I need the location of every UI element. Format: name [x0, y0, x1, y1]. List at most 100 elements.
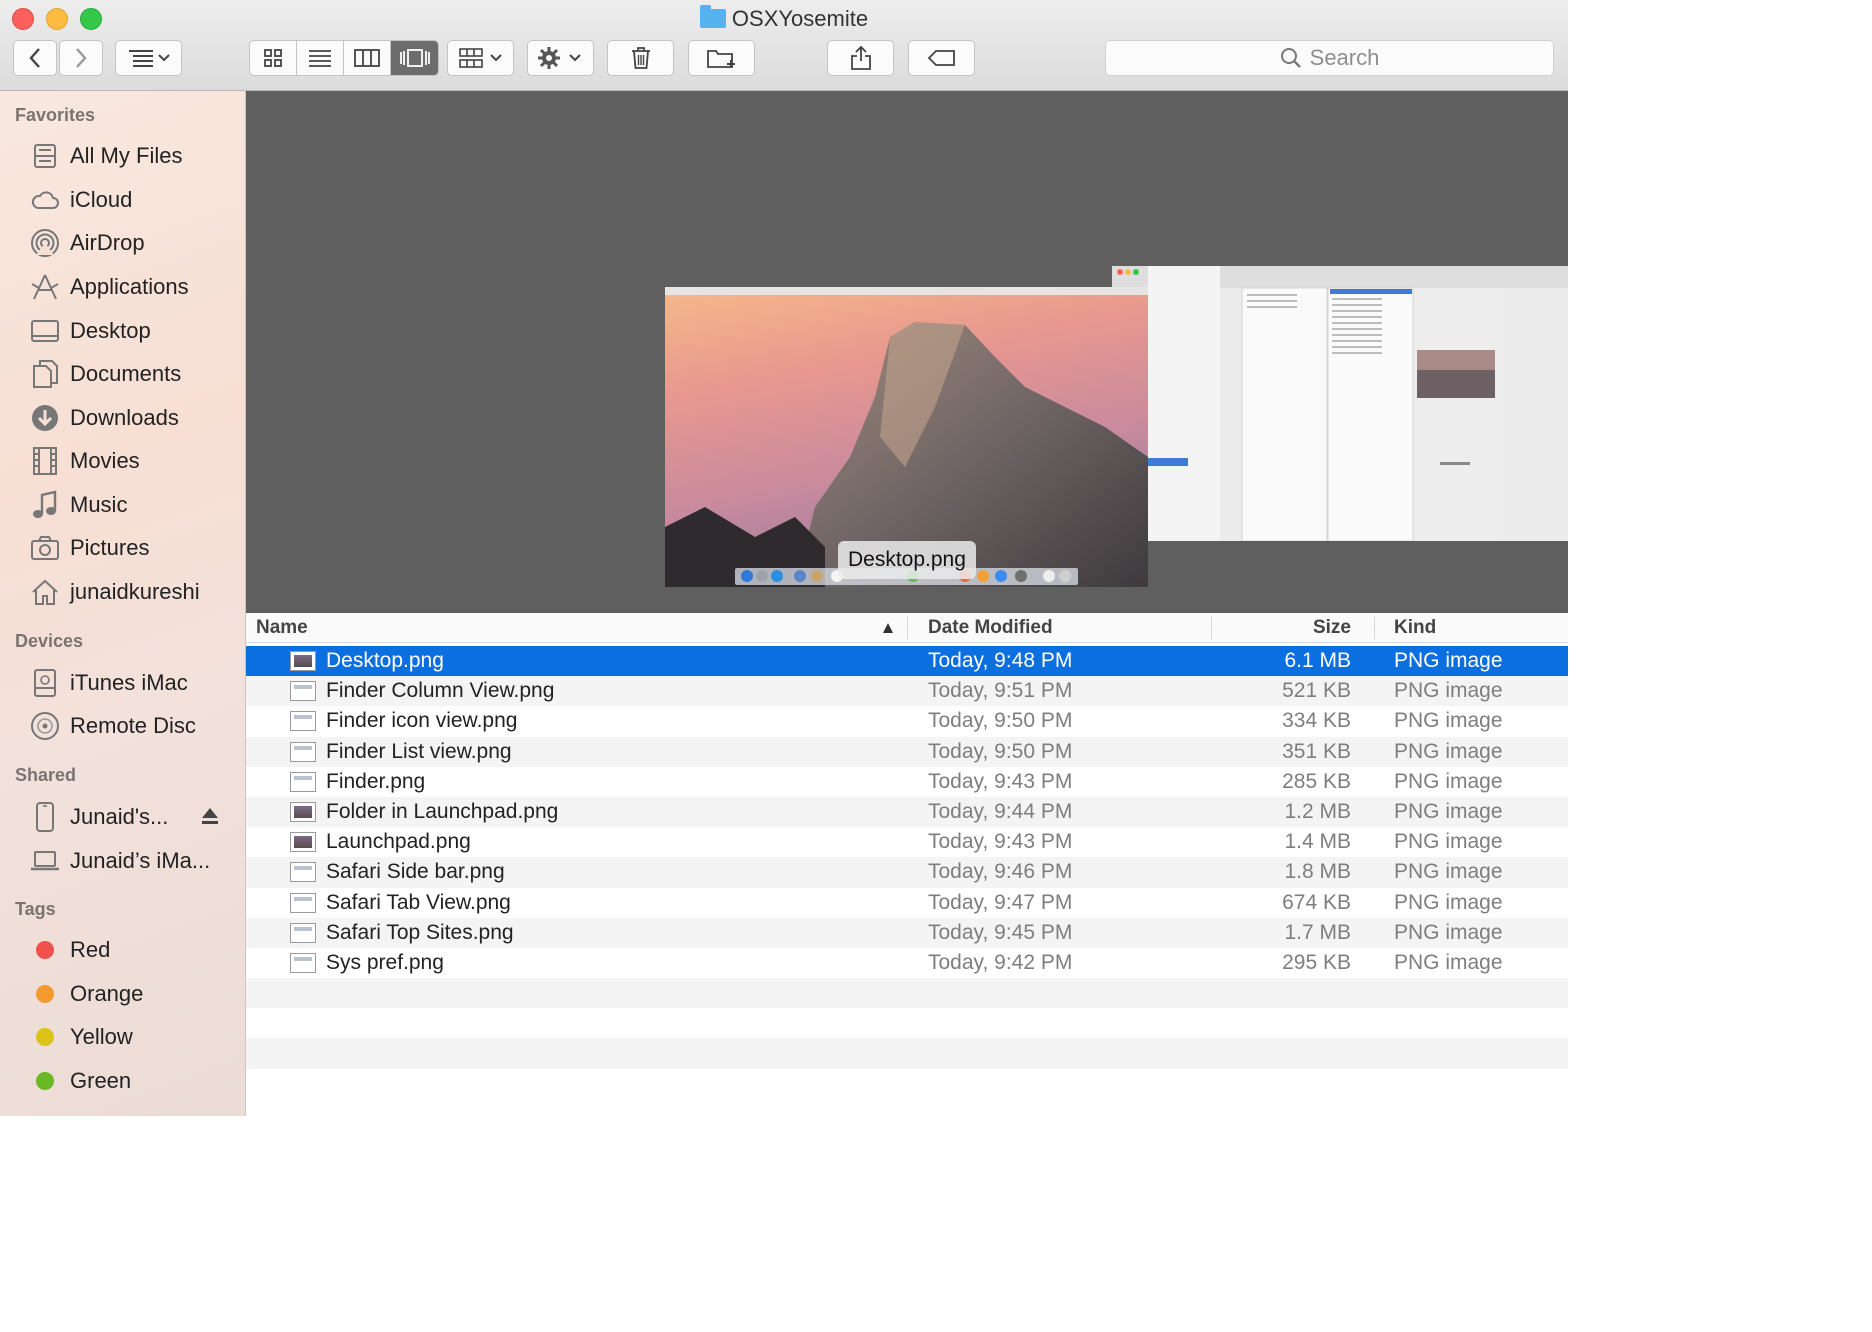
sidebar-item-music[interactable]: Music — [0, 485, 246, 525]
row-kind: PNG image — [1394, 799, 1503, 823]
sidebar-header-shared: Shared — [15, 765, 77, 785]
png-file-icon — [290, 801, 316, 822]
table-row[interactable]: Sys pref.png Today, 9:42 PM 295 KB PNG i… — [246, 948, 1568, 978]
tags-button[interactable] — [908, 40, 975, 76]
sidebar-item-desktop[interactable]: Desktop — [0, 311, 246, 351]
png-file-icon — [290, 771, 316, 792]
sidebar-item-movies[interactable]: Movies — [0, 441, 246, 481]
chevron-left-icon — [29, 48, 40, 68]
sidebar-item-label: junaidkureshi — [70, 579, 200, 604]
row-size: 674 KB — [1282, 890, 1351, 914]
row-date: Today, 9:50 PM — [928, 739, 1073, 763]
table-row[interactable]: Finder icon view.png Today, 9:50 PM 334 … — [246, 706, 1568, 736]
row-size: 351 KB — [1282, 739, 1351, 763]
sidebar-item-airdrop[interactable]: AirDrop — [0, 223, 246, 263]
sidebar-tag-yellow[interactable]: Yellow — [0, 1017, 246, 1057]
new-folder-button[interactable] — [688, 40, 755, 76]
sidebar-item-shared-iphone[interactable]: Junaid's... — [0, 797, 246, 837]
table-row[interactable]: Finder.png Today, 9:43 PM 285 KB PNG ima… — [246, 767, 1568, 797]
table-row[interactable]: Safari Side bar.png Today, 9:46 PM 1.8 M… — [246, 857, 1568, 888]
sidebar-tag-green[interactable]: Green — [0, 1061, 246, 1101]
column-header-date[interactable]: Date Modified — [928, 613, 1053, 643]
column-header-size[interactable]: Size — [1206, 613, 1351, 643]
list-header: Name Date Modified Size Kind — [246, 613, 1568, 643]
tag-icon — [927, 50, 955, 66]
sidebar-item-itunes-imac[interactable]: iTunes iMac — [0, 663, 246, 703]
group-button[interactable] — [447, 40, 514, 76]
yellow-tag-icon — [36, 1028, 54, 1046]
png-file-icon — [290, 711, 316, 732]
forward-button[interactable] — [59, 40, 103, 76]
row-name: Sys pref.png — [326, 950, 444, 974]
action-button[interactable] — [527, 40, 594, 76]
column-header-name[interactable]: Name — [256, 613, 308, 643]
cover-flow-view-button[interactable] — [391, 41, 438, 75]
png-file-icon — [290, 952, 316, 973]
sidebar-item-documents[interactable]: Documents — [0, 354, 246, 394]
sidebar-item-label: iCloud — [70, 187, 133, 212]
row-name: Folder in Launchpad.png — [326, 799, 559, 823]
row-date: Today, 9:47 PM — [928, 890, 1073, 914]
sidebar-item-label: Orange — [70, 981, 144, 1006]
table-row[interactable]: Desktop.png Today, 9:48 PM 6.1 MB PNG im… — [246, 646, 1568, 677]
png-file-icon — [290, 922, 316, 943]
icon-view-button[interactable] — [250, 41, 297, 75]
sidebar-item-label: iTunes iMac — [70, 670, 188, 695]
sidebar-item-applications[interactable]: Applications — [0, 267, 246, 307]
sidebar-item-icloud[interactable]: iCloud — [0, 180, 246, 220]
row-name: Safari Top Sites.png — [326, 920, 514, 944]
folder-icon — [699, 5, 726, 28]
column-header-kind[interactable]: Kind — [1394, 613, 1436, 643]
sidebar-item-label: Music — [70, 492, 128, 517]
column-divider[interactable] — [1374, 617, 1375, 639]
trash-icon — [631, 47, 650, 69]
row-size: 521 KB — [1282, 679, 1351, 703]
row-date: Today, 9:51 PM — [928, 679, 1073, 703]
table-row[interactable]: Folder in Launchpad.png Today, 9:44 PM 1… — [246, 796, 1568, 828]
row-name: Finder Column View.png — [326, 679, 555, 703]
row-date: Today, 9:46 PM — [928, 860, 1073, 884]
all-files-icon — [29, 140, 61, 172]
png-file-icon — [290, 892, 316, 913]
table-row[interactable]: Finder List view.png Today, 9:50 PM 351 … — [246, 736, 1568, 767]
sidebar-item-pictures[interactable]: Pictures — [0, 528, 246, 568]
sidebar-item-label: Movies — [70, 448, 140, 473]
tag-dot-wrap — [29, 934, 61, 966]
table-row[interactable]: Safari Top Sites.png Today, 9:45 PM 1.7 … — [246, 917, 1568, 948]
share-button[interactable] — [827, 40, 894, 76]
column-divider[interactable] — [907, 617, 908, 639]
row-kind: PNG image — [1394, 679, 1503, 703]
column-view-button[interactable] — [344, 41, 391, 75]
sidebar-item-label: Yellow — [70, 1024, 133, 1049]
row-size: 285 KB — [1282, 769, 1351, 793]
sidebar-tag-orange[interactable]: Orange — [0, 974, 246, 1014]
sort-ascending-icon[interactable] — [882, 621, 894, 639]
row-name: Desktop.png — [326, 649, 444, 672]
sidebar-item-remote-disc[interactable]: Remote Disc — [0, 706, 246, 746]
sidebar-item-label: Downloads — [70, 405, 179, 430]
sidebar-item-label: AirDrop — [70, 230, 145, 255]
sidebar-item-home[interactable]: junaidkureshi — [0, 572, 246, 612]
sidebar-item-downloads[interactable]: Downloads — [0, 398, 246, 438]
empty-row — [246, 1038, 1568, 1069]
list-view-button[interactable] — [297, 41, 344, 75]
delete-button[interactable] — [607, 40, 674, 76]
sidebar-item-shared-imac[interactable]: Junaid’s iMa... — [0, 841, 246, 881]
window-title-text: OSXYosemite — [731, 6, 869, 31]
eject-icon[interactable] — [200, 806, 220, 831]
table-row[interactable]: Finder Column View.png Today, 9:51 PM 52… — [246, 676, 1568, 707]
back-button[interactable] — [13, 40, 57, 76]
row-name: Finder.png — [326, 769, 426, 793]
sidebar-item-all-my-files[interactable]: All My Files — [0, 136, 246, 176]
sidebar-tag-red[interactable]: Red — [0, 930, 246, 970]
table-row[interactable]: Launchpad.png Today, 9:43 PM 1.4 MB PNG … — [246, 827, 1568, 857]
row-kind: PNG image — [1394, 769, 1503, 793]
red-tag-icon — [36, 941, 54, 959]
row-kind: PNG image — [1394, 649, 1503, 672]
cover-flow-area[interactable]: Desktop.png — [246, 91, 1568, 613]
search-field[interactable]: Search — [1105, 40, 1554, 76]
downloads-icon — [29, 402, 61, 434]
cover-flow-side-thumbnail[interactable] — [1112, 266, 1568, 541]
table-row[interactable]: Safari Tab View.png Today, 9:47 PM 674 K… — [246, 888, 1568, 918]
arrange-button[interactable] — [115, 40, 182, 76]
